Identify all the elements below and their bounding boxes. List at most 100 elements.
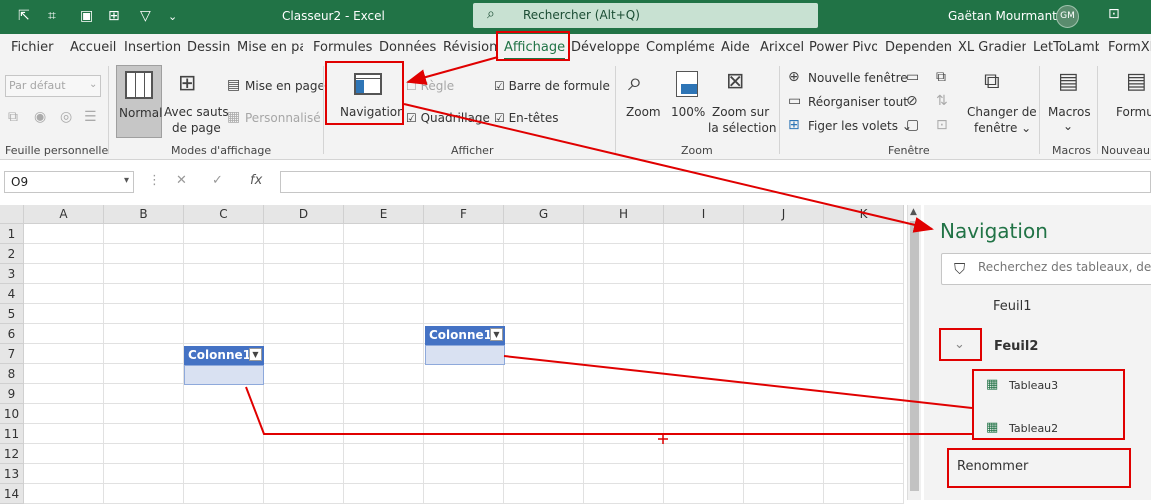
cell[interactable] — [664, 404, 744, 424]
cell[interactable] — [424, 464, 504, 484]
tab-lettolambda[interactable]: LetToLambd — [1033, 40, 1099, 55]
cell[interactable] — [424, 304, 504, 324]
cell[interactable] — [504, 444, 584, 464]
cell[interactable] — [184, 284, 264, 304]
cell[interactable] — [584, 424, 664, 444]
cell[interactable] — [344, 264, 424, 284]
cell[interactable] — [264, 304, 344, 324]
cell[interactable] — [504, 464, 584, 484]
split-icon[interactable]: ▭ — [906, 69, 919, 85]
cell[interactable] — [344, 284, 424, 304]
cell[interactable] — [344, 384, 424, 404]
cell[interactable] — [184, 224, 264, 244]
cell[interactable] — [344, 444, 424, 464]
cell[interactable] — [744, 244, 824, 264]
cell[interactable] — [824, 304, 904, 324]
column-header[interactable]: I — [664, 205, 744, 224]
cell[interactable] — [184, 404, 264, 424]
user-name[interactable]: Gaëtan Mourmant — [948, 9, 1057, 23]
cell[interactable] — [184, 244, 264, 264]
tab-fichier[interactable]: Fichier — [11, 40, 54, 55]
cell[interactable] — [104, 424, 184, 444]
cell[interactable] — [264, 404, 344, 424]
cell[interactable] — [744, 364, 824, 384]
cell[interactable] — [824, 244, 904, 264]
cell[interactable] — [344, 244, 424, 264]
cell[interactable] — [664, 364, 744, 384]
cell[interactable] — [104, 244, 184, 264]
cell[interactable] — [584, 444, 664, 464]
figer-volets-button[interactable]: Figer les volets ⌄ — [808, 119, 912, 133]
keep-icon[interactable]: ⧉ — [8, 109, 18, 125]
cell[interactable] — [24, 244, 104, 264]
filter-dropdown-icon[interactable]: ▼ — [490, 328, 503, 341]
cell[interactable] — [824, 424, 904, 444]
row-header[interactable]: 2 — [0, 244, 24, 264]
cell[interactable] — [344, 324, 424, 344]
cell[interactable] — [104, 324, 184, 344]
side-by-side-icon[interactable]: ⧉ — [936, 69, 946, 85]
select-all-corner[interactable] — [0, 205, 24, 224]
cell[interactable] — [184, 464, 264, 484]
scroll-thumb[interactable] — [910, 221, 919, 491]
cancel-icon[interactable]: ✕ — [176, 173, 187, 188]
tab-xl-gradient[interactable]: XL Gradient — [958, 40, 1026, 55]
cell[interactable] — [24, 304, 104, 324]
new-view-icon[interactable]: ◎ — [60, 109, 72, 125]
sync-scroll-icon[interactable]: ⇅ — [936, 93, 948, 109]
pane-search-input[interactable] — [978, 260, 1151, 274]
cell[interactable] — [424, 284, 504, 304]
cell[interactable] — [104, 364, 184, 384]
row-header[interactable]: 4 — [0, 284, 24, 304]
row-header[interactable]: 8 — [0, 364, 24, 384]
cell[interactable] — [584, 344, 664, 364]
cell[interactable] — [104, 404, 184, 424]
cell[interactable] — [504, 424, 584, 444]
column-header[interactable]: H — [584, 205, 664, 224]
cell[interactable] — [664, 244, 744, 264]
cell[interactable] — [344, 344, 424, 364]
cell[interactable] — [264, 384, 344, 404]
customize-qat-icon[interactable]: ⌄ — [168, 10, 177, 23]
tab-dependency[interactable]: Dependenc — [885, 40, 951, 55]
cell[interactable] — [744, 484, 824, 504]
cell[interactable] — [184, 384, 264, 404]
barre-formule-checkbox[interactable]: ☑ Barre de formule — [494, 79, 610, 93]
cell[interactable] — [744, 304, 824, 324]
cell[interactable] — [344, 364, 424, 384]
switch-window-button[interactable]: ⧉ Changer de fenêtre ⌄ — [964, 65, 1037, 135]
cell[interactable] — [424, 264, 504, 284]
cell[interactable] — [504, 404, 584, 424]
cell[interactable] — [104, 284, 184, 304]
cell[interactable] — [344, 304, 424, 324]
cell[interactable] — [264, 284, 344, 304]
cell[interactable] — [584, 264, 664, 284]
cell[interactable] — [664, 304, 744, 324]
cell[interactable] — [584, 284, 664, 304]
row-header[interactable]: 5 — [0, 304, 24, 324]
cell[interactable] — [744, 224, 824, 244]
cell[interactable] — [24, 224, 104, 244]
column-header[interactable]: A — [24, 205, 104, 224]
cell[interactable] — [424, 364, 504, 384]
cell[interactable] — [344, 464, 424, 484]
table3-body[interactable] — [425, 345, 505, 365]
search-box[interactable]: ⌕ Rechercher (Alt+Q) — [473, 3, 818, 28]
formula-input[interactable] — [280, 171, 1151, 193]
cell[interactable] — [744, 384, 824, 404]
cell[interactable] — [504, 224, 584, 244]
cell[interactable] — [824, 344, 904, 364]
cell[interactable] — [504, 344, 584, 364]
tab-donnees[interactable]: Données — [379, 40, 436, 55]
tab-formxl[interactable]: FormXL — [1108, 40, 1151, 55]
nouvelle-fenetre-button[interactable]: Nouvelle fenêtre — [808, 71, 908, 85]
sheet-item-feuil2[interactable]: Feuil2 — [994, 339, 1038, 354]
cell[interactable] — [104, 464, 184, 484]
cell[interactable] — [664, 224, 744, 244]
cell[interactable] — [664, 284, 744, 304]
zoom-button[interactable]: ⌕ Zoom — [622, 65, 664, 135]
cell[interactable] — [504, 384, 584, 404]
cell[interactable] — [264, 264, 344, 284]
options-icon[interactable]: ☰ — [84, 109, 97, 125]
cell[interactable] — [744, 444, 824, 464]
